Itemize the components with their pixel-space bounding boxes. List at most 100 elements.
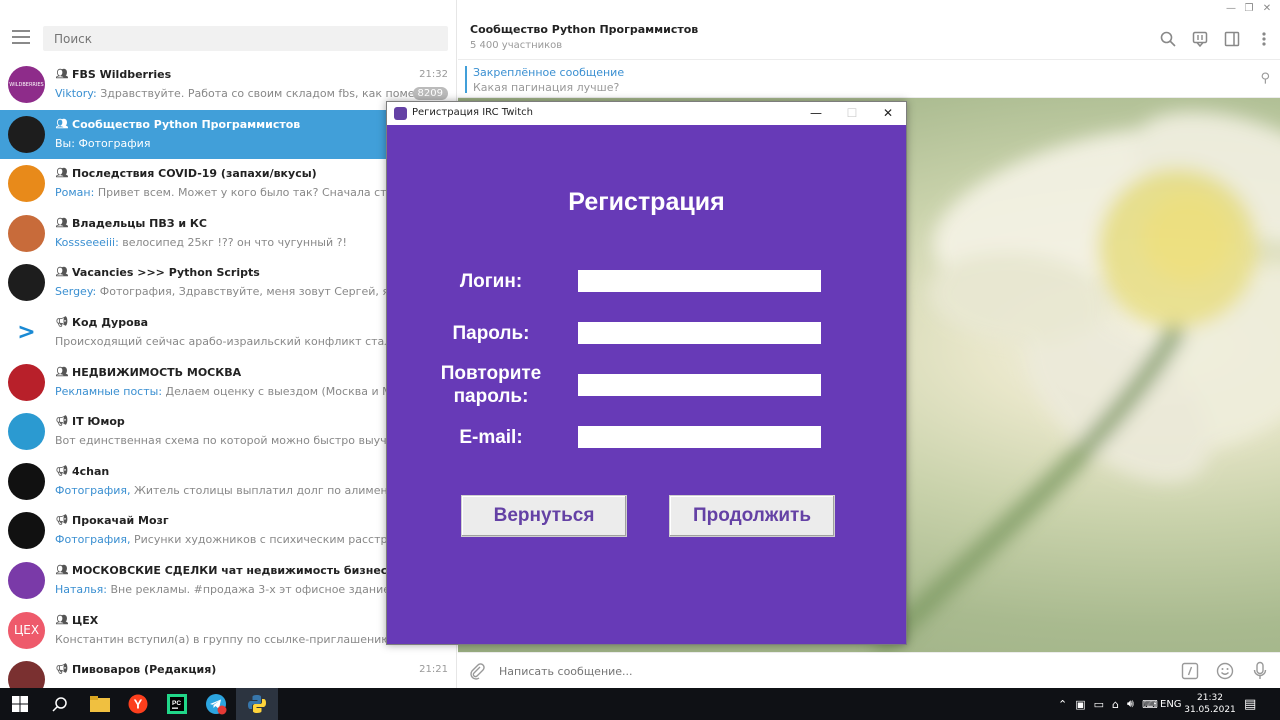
- chat-avatar: [8, 413, 45, 451]
- keyboard-icon[interactable]: ⌨: [1142, 698, 1158, 711]
- continue-button[interactable]: Продолжить: [669, 495, 835, 537]
- desktop: WILDBERRIES👥︎FBS WildberriesViktory: Здр…: [0, 0, 1280, 720]
- chat-title: 👥︎ FBS Wildberries: [55, 68, 417, 81]
- preview-text: Фотография: [78, 136, 151, 150]
- chat-title-text: FBS Wildberries: [72, 68, 172, 81]
- window-titlebar[interactable]: Регистрация IRC Twitch — ☐ ✕: [387, 102, 906, 125]
- preview-separator: :: [158, 384, 166, 398]
- chat-title: 👥︎ НЕДВИЖИМОСТЬ МОСКВА: [55, 366, 417, 379]
- chat-avatar: >: [8, 313, 45, 351]
- network-icon[interactable]: ⌂: [1112, 698, 1119, 711]
- restore-icon[interactable]: ❐: [1242, 2, 1256, 16]
- pinned-accent-bar: [465, 66, 467, 93]
- chat-title-text: Последствия COVID-19 (запахи/вкусы): [72, 167, 317, 181]
- chat-title-text: НЕДВИЖИМОСТЬ МОСКВА: [72, 365, 242, 379]
- login-label: Логин:: [459, 271, 523, 292]
- group-icon: 👥︎: [55, 366, 69, 378]
- message-composer: [458, 652, 1280, 688]
- preview-text: Здравствуйте. Работа со своим складом fb…: [100, 87, 447, 100]
- maximize-icon: ☐: [846, 106, 858, 120]
- windows-start-icon[interactable]: [0, 688, 40, 720]
- chat-title-text: Vacancies >>> Python Scripts: [72, 266, 260, 280]
- preview-sender: Вы: [55, 136, 72, 150]
- registration-window: Регистрация IRC Twitch — ☐ ✕ Регистрация…: [386, 101, 907, 645]
- chat-title-text: МОСКОВСКИЕ СДЕЛКИ чат недвижимость бизне…: [72, 563, 388, 577]
- close-icon[interactable]: ✕: [870, 102, 906, 125]
- preview-sender: Роман: [55, 186, 91, 200]
- telegram-icon[interactable]: [196, 688, 236, 720]
- password-label: Пароль:: [452, 323, 530, 344]
- search-input[interactable]: [43, 26, 448, 51]
- chat-time: 21:32: [419, 69, 448, 80]
- channel-icon: 📢︎: [55, 664, 69, 676]
- chat-title: 📢︎ Код Дурова: [55, 316, 417, 329]
- chat-item[interactable]: 📢︎ Пивоваров (Редакция) 21:21: [0, 655, 456, 688]
- clock[interactable]: 21:32 31.05.2021: [1184, 688, 1236, 720]
- preview-sender: Sergey: [55, 285, 93, 299]
- repeat-password-label: Повторите пароль:: [440, 363, 542, 407]
- preview-text: Вот единственная схема по которой можно …: [55, 434, 437, 448]
- chat-title: 👥︎ Сообщество Python Программистов: [55, 118, 417, 131]
- menu-icon[interactable]: [12, 30, 30, 44]
- battery-icon[interactable]: ▭: [1094, 698, 1104, 711]
- search-icon[interactable]: [1160, 31, 1176, 47]
- window-title: Регистрация IRC Twitch: [412, 107, 533, 118]
- chat-title-text: 4chan: [72, 464, 110, 478]
- chat-title: 📢︎ 4chan: [55, 465, 417, 478]
- python-app-icon[interactable]: [236, 688, 278, 720]
- attach-icon[interactable]: [468, 662, 486, 680]
- taskbar-search-icon[interactable]: [40, 688, 80, 720]
- preview-sender: Рекламные посты: [55, 384, 159, 398]
- taskbar: Y PC ⌃ ▣ ▭ ⌂ 🔊︎ ⌨ ENG 21:32 31.05.2021 ▤: [0, 688, 1280, 720]
- chat-title: 👥︎ МОСКОВСКИЕ СДЕЛКИ чат недвижимость биз…: [55, 564, 417, 577]
- pycharm-icon[interactable]: PC: [157, 688, 197, 720]
- preview-sender: Фотография: [55, 483, 128, 497]
- message-input[interactable]: [499, 661, 1149, 681]
- group-icon: 👥︎: [55, 217, 69, 229]
- chat-avatar: WILDBERRIES: [8, 66, 45, 103]
- login-input[interactable]: [578, 270, 821, 292]
- bot-commands-icon[interactable]: [1181, 662, 1199, 680]
- email-input[interactable]: [578, 426, 821, 448]
- more-options-icon[interactable]: [1256, 31, 1272, 47]
- close-icon[interactable]: ✕: [1260, 2, 1274, 16]
- tray-app-icon[interactable]: ▣: [1075, 698, 1085, 711]
- window-controls: — ❐ ✕: [1224, 2, 1274, 16]
- preview-separator: :: [90, 186, 98, 200]
- chat-title[interactable]: Сообщество Python Программистов: [470, 23, 698, 36]
- chat-header: — ❐ ✕ Сообщество Python Программистов 5 …: [458, 0, 1280, 60]
- chat-avatar: [8, 214, 45, 252]
- sidebar-toggle-icon[interactable]: [1224, 31, 1240, 47]
- notifications-icon[interactable]: ▤: [1244, 688, 1256, 720]
- chat-title-text: IT Юмор: [72, 415, 125, 429]
- chat-title: 👥︎ Vacancies >>> Python Scripts: [55, 266, 417, 279]
- chat-title-text: ЦЕХ: [72, 613, 99, 627]
- preview-separator: ,: [127, 533, 135, 547]
- live-chat-icon[interactable]: [1192, 31, 1208, 47]
- preview-text: Происходящий сейчас арабо-израильский ко…: [55, 334, 423, 348]
- file-explorer-icon[interactable]: [80, 688, 120, 720]
- volume-icon[interactable]: 🔊︎: [1127, 697, 1134, 711]
- password-input[interactable]: [578, 322, 821, 344]
- repeat-password-input[interactable]: [578, 374, 821, 396]
- chat-title: 👥︎ Последствия COVID-19 (запахи/вкусы): [55, 167, 417, 180]
- pinned-message[interactable]: Закреплённое сообщение Какая пагинация л…: [458, 61, 1280, 98]
- chat-title-text: Владельцы ПВЗ и КС: [72, 216, 207, 230]
- unpin-icon[interactable]: ⚲: [1260, 71, 1270, 86]
- minimize-icon[interactable]: —: [1224, 2, 1238, 16]
- group-icon: 👥︎: [55, 267, 69, 279]
- tray-overflow-icon[interactable]: ⌃: [1058, 698, 1067, 711]
- chat-title: 📢︎ Прокачай Мозг: [55, 514, 417, 527]
- back-button[interactable]: Вернуться: [461, 495, 627, 537]
- svg-text:Y: Y: [134, 697, 143, 712]
- emoji-icon[interactable]: [1216, 662, 1234, 680]
- clock-time: 21:32: [1197, 693, 1223, 703]
- chat-avatar: [8, 512, 45, 550]
- yandex-browser-icon[interactable]: Y: [118, 688, 158, 720]
- minimize-icon[interactable]: —: [798, 102, 834, 125]
- language-indicator[interactable]: ENG: [1160, 688, 1182, 720]
- channel-icon: 📢︎: [55, 515, 69, 527]
- clock-date: 31.05.2021: [1184, 705, 1236, 715]
- chat-title: 👥︎ ЦЕХ: [55, 614, 417, 627]
- microphone-icon[interactable]: [1252, 661, 1268, 681]
